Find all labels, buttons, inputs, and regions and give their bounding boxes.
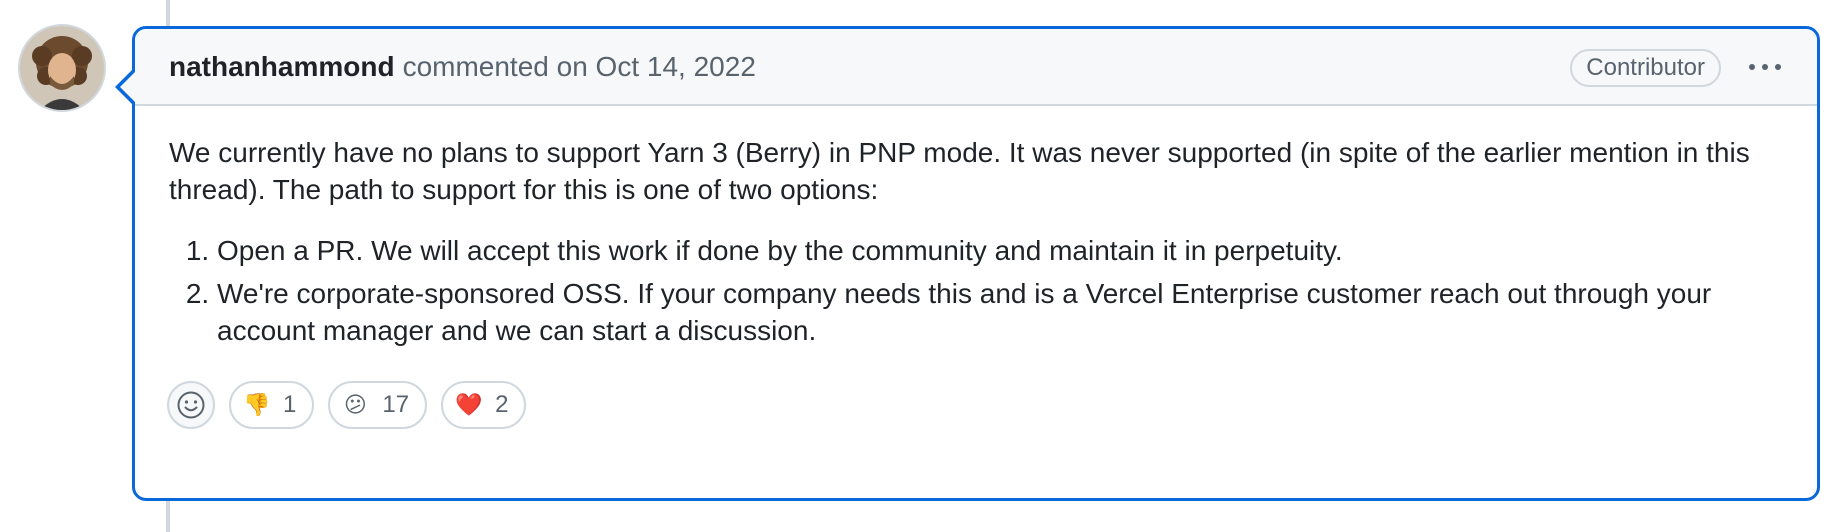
reaction-count: 17 <box>382 391 410 418</box>
comment-timestamp[interactable]: commented on Oct 14, 2022 <box>403 51 756 83</box>
reaction-count: 1 <box>283 391 297 418</box>
avatar[interactable] <box>20 26 104 110</box>
more-options-icon[interactable] <box>1743 49 1787 85</box>
comment-body: We currently have no plans to support Ya… <box>135 106 1817 349</box>
confused-face-icon: 😕 <box>343 392 367 417</box>
comment-caret-fill <box>120 72 135 102</box>
heart-icon: ❤️ <box>455 392 483 417</box>
comment-box: nathanhammond commented on Oct 14, 2022 … <box>115 26 1820 501</box>
contributor-badge: Contributor <box>1570 49 1721 87</box>
kebab-dot <box>1762 64 1768 70</box>
reaction-thumbs-down[interactable]: 👎 1 <box>229 381 315 429</box>
smiley-icon <box>177 391 205 419</box>
comment-header: nathanhammond commented on Oct 14, 2022 … <box>135 29 1817 106</box>
kebab-dot <box>1749 64 1755 70</box>
reaction-count: 2 <box>495 391 509 418</box>
thumbs-down-icon: 👎 <box>243 392 271 417</box>
kebab-dot <box>1775 64 1781 70</box>
avatar-image <box>20 26 104 110</box>
reaction-heart[interactable]: ❤️ 2 <box>441 381 527 429</box>
list-item: Open a PR. We will accept this work if d… <box>217 232 1783 269</box>
add-reaction-button[interactable] <box>167 381 215 429</box>
comment-paragraph: We currently have no plans to support Ya… <box>169 137 1750 205</box>
options-list: Open a PR. We will accept this work if d… <box>169 232 1783 349</box>
reactions-bar: 👎 1 😕 17 ❤️ 2 <box>167 381 527 429</box>
author-link[interactable]: nathanhammond <box>169 51 395 83</box>
list-item: We're corporate-sponsored OSS. If your c… <box>217 275 1783 349</box>
reaction-confused[interactable]: 😕 17 <box>328 381 428 429</box>
